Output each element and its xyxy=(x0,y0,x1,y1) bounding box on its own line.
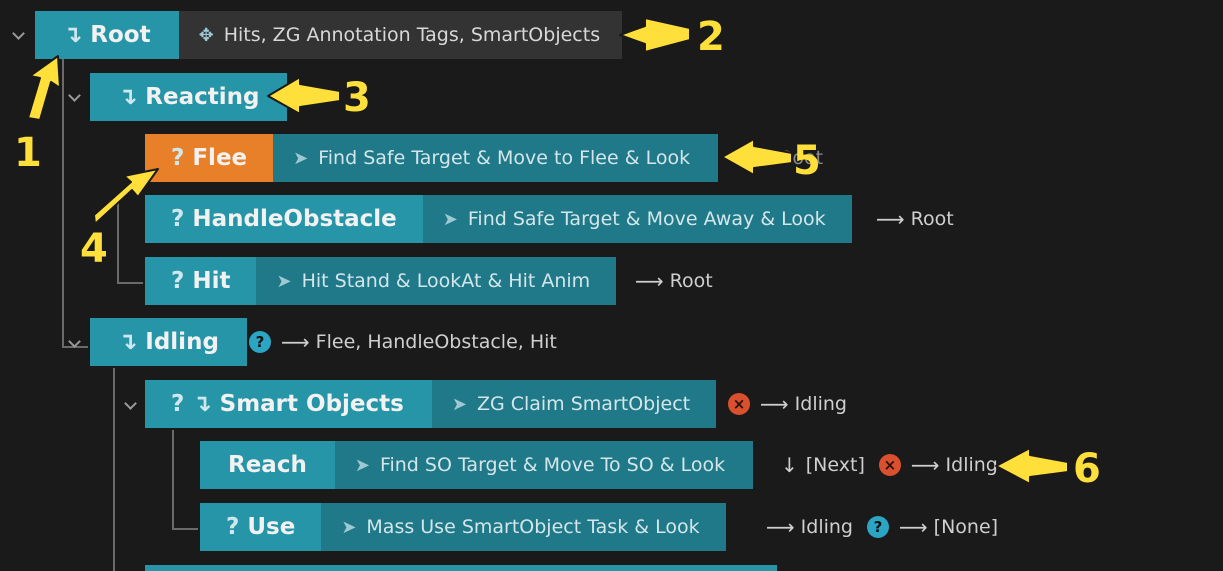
state-tree-panel: ↴ Root ✥ Hits, ZG Annotation Tags, Smart… xyxy=(0,0,1223,571)
annotation-label-5: 5 xyxy=(793,138,821,184)
annotation-label-1: 1 xyxy=(14,130,42,176)
annotation-label-4: 4 xyxy=(80,226,108,272)
annotation-label-6: 6 xyxy=(1073,446,1101,492)
annotation-arrow-1 xyxy=(27,17,1069,485)
annotation-label-2: 2 xyxy=(697,14,725,60)
annotation-label-3: 3 xyxy=(343,75,371,121)
